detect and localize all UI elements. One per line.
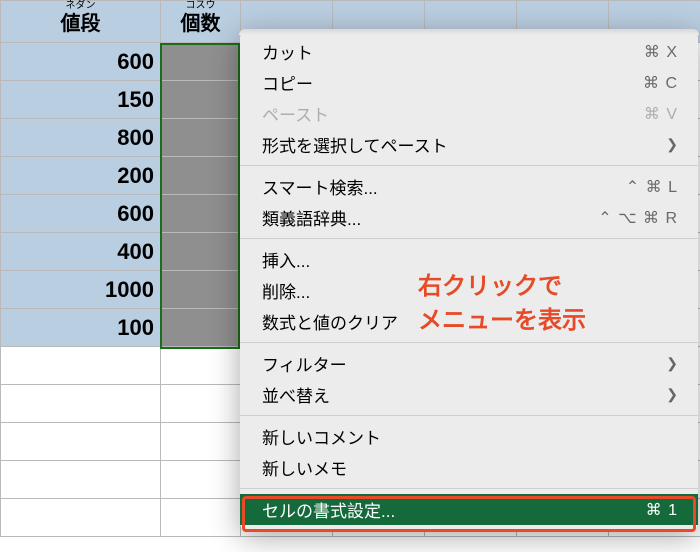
cell[interactable]	[1, 423, 161, 461]
cell-price[interactable]: 200	[1, 157, 161, 195]
annotation-line1: 右クリックで	[418, 273, 562, 300]
cell-qty-selected[interactable]	[161, 119, 241, 157]
cell[interactable]	[161, 347, 241, 385]
cell-qty-selected[interactable]	[161, 271, 241, 309]
menu-shortcut: ⌘ X	[644, 42, 678, 62]
cell[interactable]	[161, 461, 241, 499]
menu-label: 類義語辞典...	[262, 205, 598, 230]
menu-item-new-comment[interactable]: 新しいコメント	[240, 421, 698, 452]
cell[interactable]	[161, 499, 241, 537]
menu-item-paste-special[interactable]: 形式を選択してペースト ❯	[240, 129, 698, 160]
menu-item-thesaurus[interactable]: 類義語辞典... ⌃ ⌥ ⌘ R	[240, 202, 698, 233]
chevron-right-icon: ❯	[666, 355, 678, 372]
menu-label: 新しいメモ	[262, 455, 678, 480]
cell-price[interactable]: 600	[1, 43, 161, 81]
menu-cap	[239, 29, 699, 35]
annotation-line2: メニューを表示	[418, 307, 586, 334]
menu-item-cut[interactable]: カット ⌘ X	[240, 36, 698, 67]
cell-price[interactable]: 150	[1, 81, 161, 119]
cell-qty-selected[interactable]	[161, 195, 241, 233]
cell-qty-selected[interactable]	[161, 43, 241, 81]
menu-shortcut: ⌘ V	[644, 104, 678, 124]
menu-label: フィルター	[262, 351, 658, 376]
chevron-right-icon: ❯	[666, 136, 678, 153]
cell-qty-selected[interactable]	[161, 157, 241, 195]
cell-price[interactable]: 100	[1, 309, 161, 347]
cell[interactable]	[1, 347, 161, 385]
menu-item-filter[interactable]: フィルター ❯	[240, 348, 698, 379]
menu-label: 並べ替え	[262, 382, 658, 407]
menu-shortcut: ⌘ 1	[646, 500, 678, 520]
chevron-right-icon: ❯	[666, 386, 678, 403]
col-header-qty-ruby: コスウ	[161, 1, 240, 11]
menu-label: 形式を選択してペースト	[262, 132, 658, 157]
cell[interactable]	[1, 499, 161, 537]
menu-label: カット	[262, 39, 644, 64]
menu-separator	[240, 342, 698, 343]
menu-label: スマート検索...	[262, 174, 626, 199]
col-header-price-label: 値段	[61, 13, 101, 35]
annotation-text: 右クリックで メニューを表示	[418, 270, 586, 337]
menu-shortcut: ⌘ C	[643, 73, 678, 93]
cell-price[interactable]: 1000	[1, 271, 161, 309]
cell-qty-selected[interactable]	[161, 81, 241, 119]
cell[interactable]	[161, 385, 241, 423]
menu-label: ペースト	[262, 101, 644, 126]
cell-qty-selected[interactable]	[161, 309, 241, 347]
menu-item-sort[interactable]: 並べ替え ❯	[240, 379, 698, 410]
menu-item-smart-lookup[interactable]: スマート検索... ⌃ ⌘ L	[240, 171, 698, 202]
menu-separator	[240, 165, 698, 166]
col-header-qty-label: 個数	[181, 13, 221, 35]
cell-price[interactable]: 800	[1, 119, 161, 157]
cell[interactable]	[1, 385, 161, 423]
menu-label: セルの書式設定...	[262, 497, 646, 522]
cell[interactable]	[1, 461, 161, 499]
menu-item-format-cells[interactable]: セルの書式設定... ⌘ 1	[240, 494, 698, 525]
menu-item-paste[interactable]: ペースト ⌘ V	[240, 98, 698, 129]
menu-item-new-memo[interactable]: 新しいメモ	[240, 452, 698, 483]
col-header-price[interactable]: ネダン 値段	[1, 1, 161, 43]
cell-price[interactable]: 400	[1, 233, 161, 271]
menu-separator	[240, 415, 698, 416]
cell-price[interactable]: 600	[1, 195, 161, 233]
menu-separator	[240, 238, 698, 239]
cell[interactable]	[161, 423, 241, 461]
cell-qty-selected[interactable]	[161, 233, 241, 271]
menu-item-copy[interactable]: コピー ⌘ C	[240, 67, 698, 98]
col-header-qty[interactable]: コスウ 個数	[161, 1, 241, 43]
menu-shortcut: ⌃ ⌘ L	[626, 177, 678, 197]
menu-label: コピー	[262, 70, 643, 95]
menu-label: 新しいコメント	[262, 424, 678, 449]
menu-separator	[240, 488, 698, 489]
menu-label: 挿入...	[262, 247, 678, 272]
col-header-price-ruby: ネダン	[1, 1, 160, 11]
menu-shortcut: ⌃ ⌥ ⌘ R	[598, 208, 678, 228]
